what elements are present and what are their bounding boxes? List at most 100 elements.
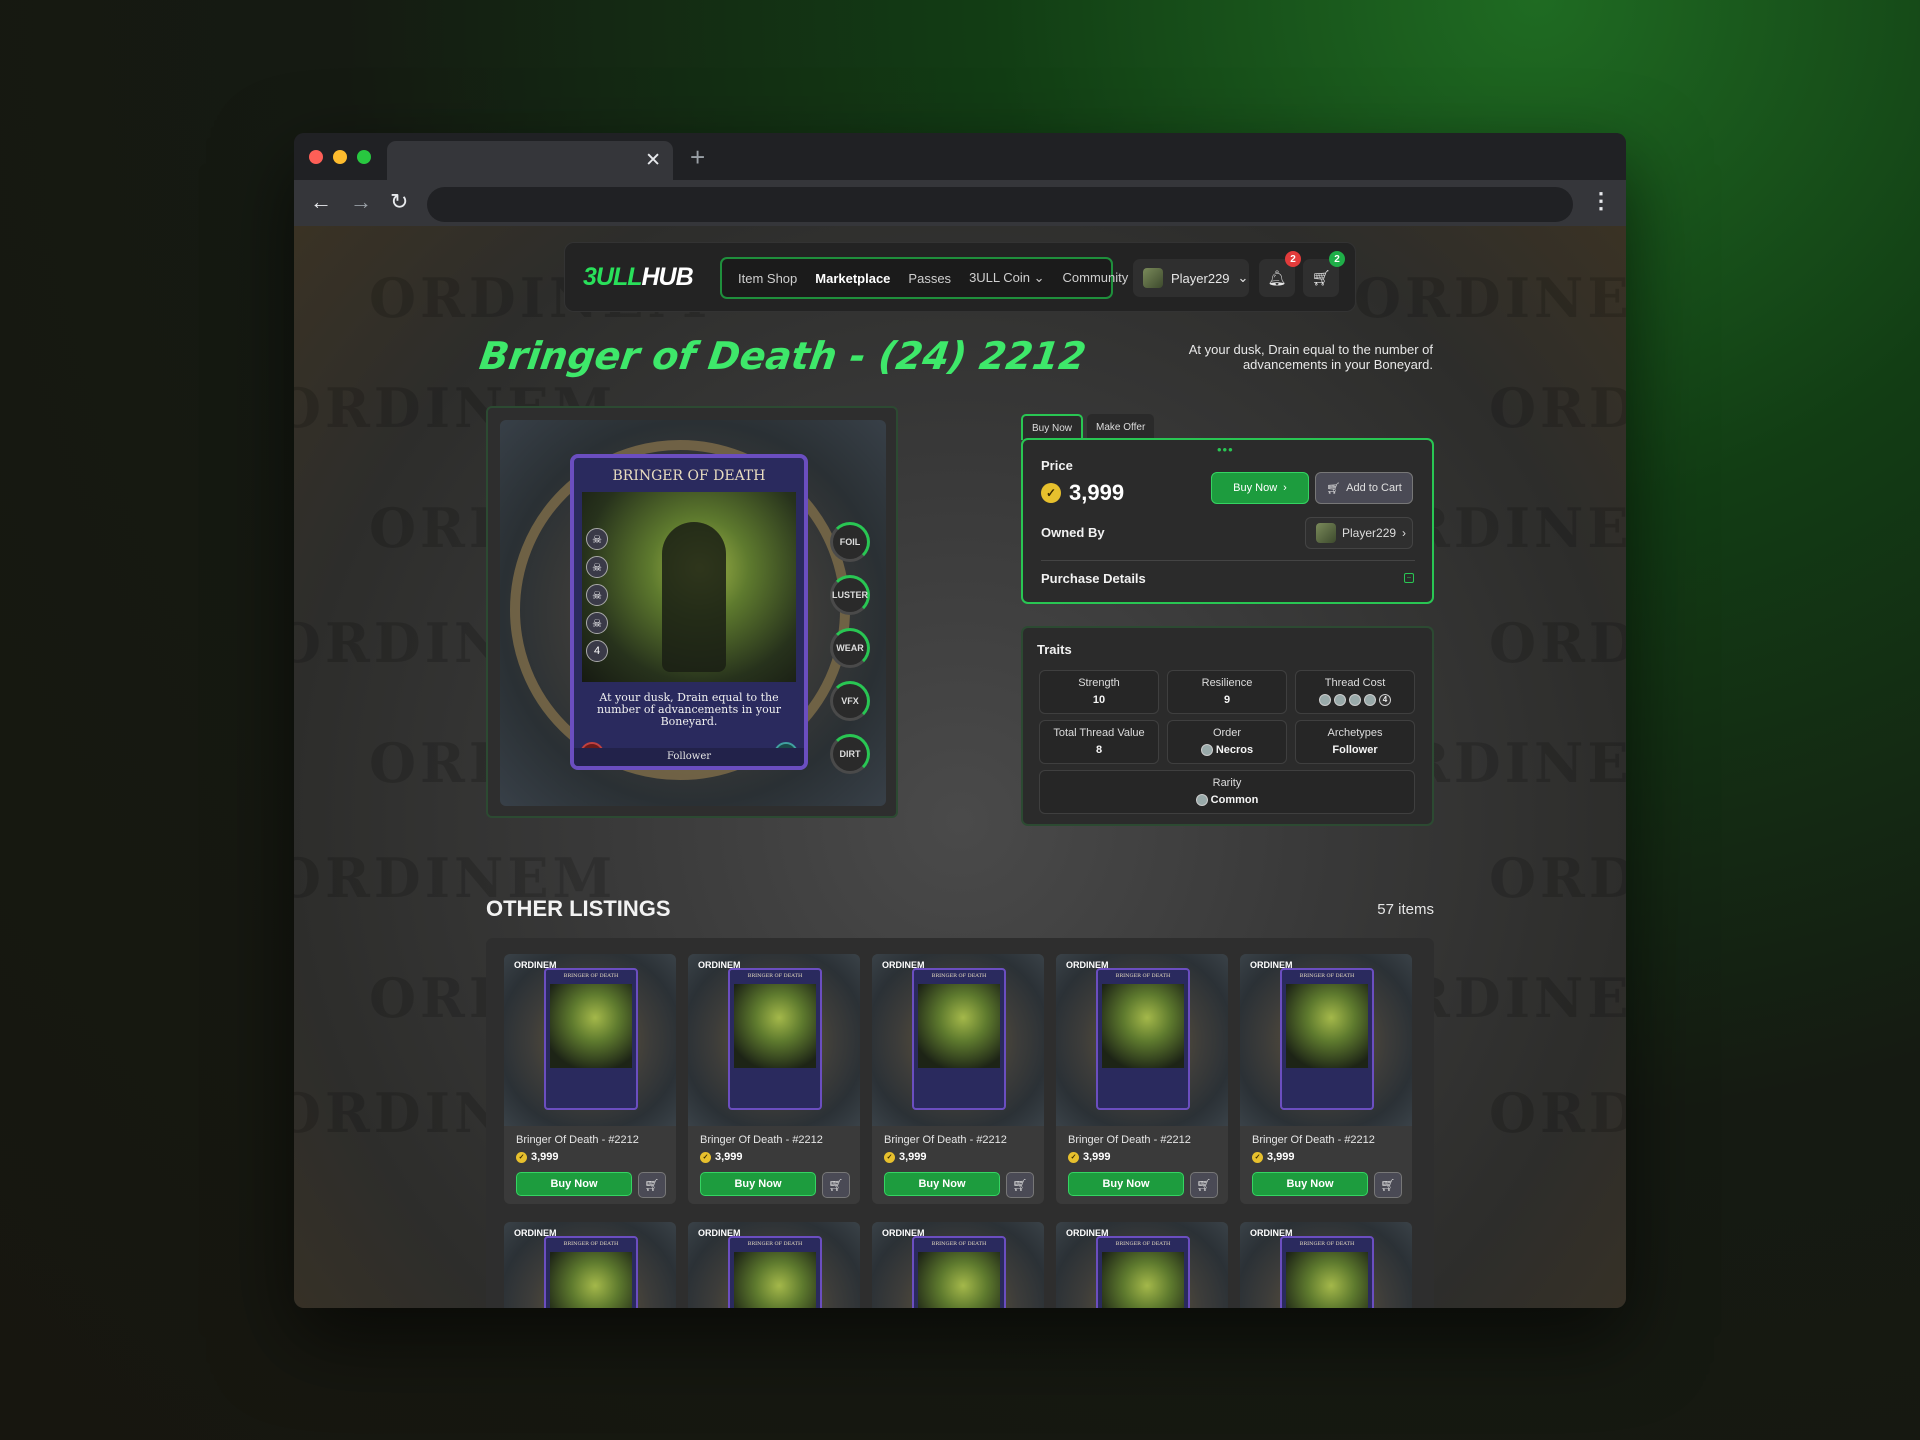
avatar (1143, 268, 1163, 288)
listing-image[interactable]: ORDINEM BRINGER OF DEATH (504, 954, 676, 1126)
mini-card-art (918, 984, 1000, 1068)
listing-image[interactable]: ORDINEM BRINGER OF DEATH (1240, 954, 1412, 1126)
dial-wear[interactable]: WEAR (830, 628, 870, 668)
card-image-panel: BRINGER OF DEATH ☠ ☠ ☠ ☠ 4 At your dusk,… (486, 406, 898, 818)
listing-card[interactable]: ORDINEMBRINGER OF DEATHBringer Of Death … (1240, 1222, 1412, 1308)
forward-arrow-icon[interactable]: → (350, 189, 372, 215)
listing-price: ✓ 3,999 (1068, 1151, 1111, 1163)
listing-buy-now-button[interactable]: Buy Now (1252, 1172, 1368, 1196)
mini-card-art (550, 984, 632, 1068)
mini-card-art (550, 1252, 632, 1308)
tab-buy-now[interactable]: Buy Now (1021, 414, 1084, 440)
listing-image[interactable]: ORDINEM BRINGER OF DEATH (1056, 954, 1228, 1126)
mini-card: BRINGER OF DEATH (912, 968, 1006, 1110)
listing-card[interactable]: ORDINEMBRINGER OF DEATHBringer Of Death … (504, 1222, 676, 1308)
tab-make-offer[interactable]: Make Offer (1087, 414, 1155, 440)
listing-buy-now-button[interactable]: Buy Now (1068, 1172, 1184, 1196)
minimize-window-button[interactable] (333, 150, 347, 164)
listing-add-to-cart-button[interactable]: 🛒︎ (822, 1172, 850, 1198)
product-description: At your dusk, Drain equal to the number … (1188, 342, 1433, 372)
card-ability-text: At your dusk, Drain equal to the number … (596, 691, 782, 728)
card-attribute-dials: FOIL LUSTER WEAR VFX DIRT (830, 522, 870, 774)
card-frame-background: BRINGER OF DEATH ☠ ☠ ☠ ☠ 4 At your dusk,… (500, 420, 886, 806)
mini-card-art (1286, 1252, 1368, 1308)
listing-image[interactable]: ORDINEM BRINGER OF DEATH (1056, 1222, 1228, 1308)
listing-name[interactable]: Bringer Of Death - #2212 (884, 1134, 1007, 1146)
buy-now-button[interactable]: Buy Now › (1211, 472, 1309, 504)
user-menu-button[interactable]: Player229 ⌄ (1133, 259, 1249, 297)
chevron-right-icon: › (1283, 482, 1287, 494)
thread-icon (1349, 694, 1361, 706)
browser-tab[interactable]: ✕ (387, 141, 673, 180)
listing-buy-now-button[interactable]: Buy Now (884, 1172, 1000, 1196)
cart-icon: 🛒︎ (644, 1178, 660, 1192)
listing-name[interactable]: Bringer Of Death - #2212 (1252, 1134, 1375, 1146)
listing-name[interactable]: Bringer Of Death - #2212 (1068, 1134, 1191, 1146)
price-value: ✓ 3,999 (1041, 480, 1124, 506)
listing-buy-now-button[interactable]: Buy Now (700, 1172, 816, 1196)
back-arrow-icon[interactable]: ← (310, 189, 332, 215)
menu-item-community[interactable]: Community ⌄ (1063, 270, 1143, 286)
listing-card[interactable]: ORDINEMBRINGER OF DEATH Bringer Of Death … (1056, 954, 1228, 1204)
listing-image[interactable]: ORDINEM BRINGER OF DEATH (688, 1222, 860, 1308)
menu-item-item-shop[interactable]: Item Shop (738, 271, 797, 286)
listing-image[interactable]: ORDINEM BRINGER OF DEATH (1240, 1222, 1412, 1308)
cart-icon: 🛒︎ (1311, 270, 1331, 287)
page-title: Bringer of Death - (24) 2212 (476, 334, 1089, 378)
listing-card[interactable]: ORDINEMBRINGER OF DEATH Bringer Of Death … (504, 954, 676, 1204)
new-tab-button[interactable]: + (690, 142, 705, 173)
bell-icon: 🔔︎ (1267, 270, 1287, 287)
card-art (582, 492, 796, 682)
close-window-button[interactable] (309, 150, 323, 164)
thread-icon: ☠ (586, 528, 608, 550)
more-options-icon[interactable]: ••• (1217, 442, 1234, 457)
listing-buy-now-button[interactable]: Buy Now (516, 1172, 632, 1196)
listing-card[interactable]: ORDINEMBRINGER OF DEATH Bringer Of Death … (688, 954, 860, 1204)
listing-card[interactable]: ORDINEMBRINGER OF DEATH Bringer Of Death … (1240, 954, 1412, 1204)
listing-image[interactable]: ORDINEM BRINGER OF DEATH (504, 1222, 676, 1308)
reload-icon[interactable]: ↻ (390, 189, 408, 215)
listing-card[interactable]: ORDINEMBRINGER OF DEATHBringer Of Death … (1056, 1222, 1228, 1308)
dial-dirt[interactable]: DIRT (830, 734, 870, 774)
watermark: ORDINEM (1489, 846, 1626, 910)
traits-heading: Traits (1037, 642, 1072, 657)
browser-menu-icon[interactable]: ⋮ (1590, 188, 1612, 214)
purchase-details-toggle[interactable]: Purchase Details (1041, 571, 1146, 586)
listing-add-to-cart-button[interactable]: 🛒︎ (1190, 1172, 1218, 1198)
dial-vfx[interactable]: VFX (830, 681, 870, 721)
listing-image[interactable]: ORDINEM BRINGER OF DEATH (872, 954, 1044, 1126)
add-to-cart-button[interactable]: 🛒︎ Add to Cart (1315, 472, 1413, 504)
notifications-button[interactable]: 🔔︎ 2 (1259, 251, 1301, 297)
coin-icon: ✓ (1252, 1151, 1263, 1163)
menu-item-marketplace[interactable]: Marketplace (815, 271, 890, 286)
collapse-icon[interactable]: – (1404, 573, 1414, 583)
listing-add-to-cart-button[interactable]: 🛒︎ (1374, 1172, 1402, 1198)
menu-item-passes[interactable]: Passes (908, 271, 951, 286)
mini-card-art (734, 1252, 816, 1308)
listing-card[interactable]: ORDINEMBRINGER OF DEATH Bringer Of Death … (872, 954, 1044, 1204)
owner-link[interactable]: Player229 › (1305, 517, 1413, 549)
listing-card[interactable]: ORDINEMBRINGER OF DEATHBringer Of Death … (688, 1222, 860, 1308)
listing-card[interactable]: ORDINEMBRINGER OF DEATHBringer Of Death … (872, 1222, 1044, 1308)
bullhub-logo[interactable]: 3ULLHUB (583, 263, 694, 292)
tab-bar: ✕ + (294, 133, 1626, 180)
thread-cost: 4 (586, 640, 608, 662)
mini-card: BRINGER OF DEATH (544, 968, 638, 1110)
cart-button[interactable]: 🛒︎ 2 (1303, 251, 1345, 297)
chevron-right-icon: › (1402, 526, 1407, 540)
listing-name[interactable]: Bringer Of Death - #2212 (516, 1134, 639, 1146)
listing-image[interactable]: ORDINEM BRINGER OF DEATH (872, 1222, 1044, 1308)
listing-add-to-cart-button[interactable]: 🛒︎ (638, 1172, 666, 1198)
maximize-window-button[interactable] (357, 150, 371, 164)
listing-add-to-cart-button[interactable]: 🛒︎ (1006, 1172, 1034, 1198)
menu-item-3ull-coin[interactable]: 3ULL Coin ⌄ (969, 270, 1044, 286)
listing-image[interactable]: ORDINEM BRINGER OF DEATH (688, 954, 860, 1126)
listing-price: ✓ 3,999 (700, 1151, 743, 1163)
mini-card: BRINGER OF DEATH (728, 1236, 822, 1308)
chevron-down-icon: ⌄ (1237, 270, 1249, 285)
dial-foil[interactable]: FOIL (830, 522, 870, 562)
listing-name[interactable]: Bringer Of Death - #2212 (700, 1134, 823, 1146)
address-bar[interactable] (427, 187, 1573, 222)
dial-luster[interactable]: LUSTER (830, 575, 870, 615)
close-tab-icon[interactable]: ✕ (645, 149, 661, 172)
